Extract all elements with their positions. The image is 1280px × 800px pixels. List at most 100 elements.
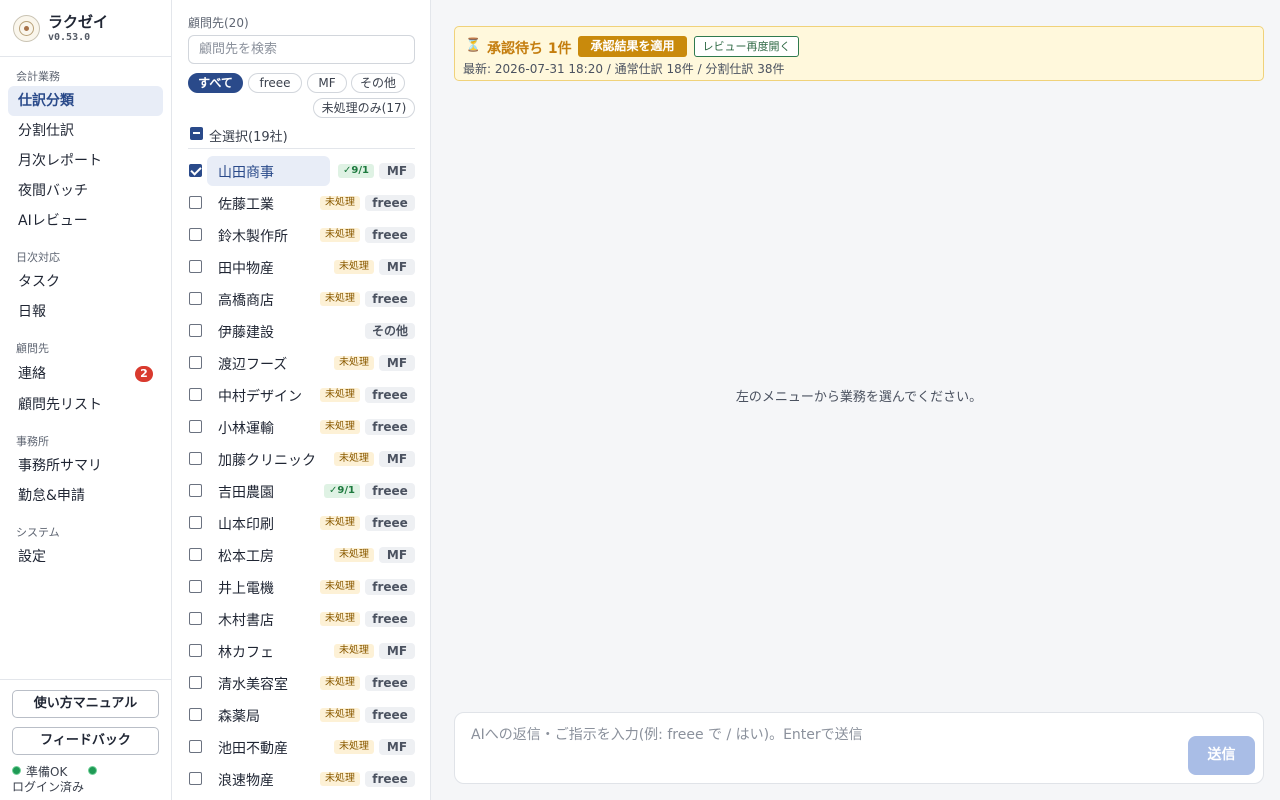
client-row-checkbox[interactable] <box>189 196 202 209</box>
client-row[interactable]: 井上電機 freee 未処理 <box>172 571 430 603</box>
processing-status-tag: 未処理 <box>320 420 360 434</box>
client-row[interactable]: 森薬局 freee 未処理 <box>172 699 430 731</box>
client-row-checkbox[interactable] <box>189 772 202 785</box>
client-row[interactable]: 山田商事 MF ✓9/1 <box>172 155 430 187</box>
client-row[interactable]: 小林運輸 freee 未処理 <box>172 411 430 443</box>
processing-status-tag: 未処理 <box>320 516 360 530</box>
nav-group-daily: 日次対応 <box>16 251 60 264</box>
client-name: 山本印刷 <box>218 517 274 533</box>
accounting-software-tag: MF <box>379 739 415 755</box>
nav-item-daily-report[interactable]: 日報 <box>8 297 163 327</box>
processing-status-tag: 未処理 <box>320 292 360 306</box>
nav-item-label: 月次レポート <box>18 153 102 169</box>
client-row-checkbox[interactable] <box>189 644 202 657</box>
client-row-checkbox[interactable] <box>189 612 202 625</box>
client-row-checkbox[interactable] <box>189 740 202 753</box>
processing-status-tag: ✓9/1 <box>338 164 374 178</box>
chat-input[interactable] <box>471 727 1171 743</box>
client-row[interactable]: 山本印刷 freee 未処理 <box>172 507 430 539</box>
client-row[interactable]: 鈴木製作所 freee 未処理 <box>172 219 430 251</box>
client-row-checkbox[interactable] <box>189 580 202 593</box>
hourglass-icon: ⏳ <box>465 38 482 53</box>
accounting-software-tag: freee <box>365 579 415 595</box>
client-name: 加藤クリニック <box>218 453 316 469</box>
client-row-checkbox[interactable] <box>189 324 202 337</box>
client-row[interactable]: 浪速物産 freee 未処理 <box>172 763 430 795</box>
client-row[interactable]: 吉田農園 freee ✓9/1 <box>172 475 430 507</box>
processing-status-tag: 未処理 <box>334 548 374 562</box>
client-row[interactable]: 渡辺フーズ MF 未処理 <box>172 347 430 379</box>
filter-chip-freee[interactable]: freee <box>248 73 302 93</box>
client-panel: 顧問先(20) すべて freee MF その他 未処理のみ(17) 全選択(1… <box>172 0 431 800</box>
client-row-checkbox[interactable] <box>189 388 202 401</box>
client-row-checkbox[interactable] <box>189 484 202 497</box>
nav-item-tasks[interactable]: タスク <box>8 267 163 297</box>
client-row[interactable]: 佐藤工業 freee 未処理 <box>172 187 430 219</box>
nav-item-label: 仕訳分類 <box>18 93 74 109</box>
approval-banner-subtitle: 最新: 2026-07-31 18:20 / 通常仕訳 18件 / 分割仕訳 3… <box>463 62 785 76</box>
client-row-checkbox[interactable] <box>189 260 202 273</box>
approval-banner-title: 承認待ち 1件 <box>487 41 572 57</box>
client-row-checkbox[interactable] <box>189 420 202 433</box>
send-button[interactable]: 送信 <box>1188 736 1255 775</box>
client-row[interactable]: 高橋商店 freee 未処理 <box>172 283 430 315</box>
client-row-checkbox[interactable] <box>189 356 202 369</box>
nav-item-night-batch[interactable]: 夜間バッチ <box>8 176 163 206</box>
filter-chip-mf[interactable]: MF <box>307 73 347 93</box>
nav-item-office-summary[interactable]: 事務所サマリ <box>8 451 163 481</box>
client-row[interactable]: 林カフェ MF 未処理 <box>172 635 430 667</box>
processing-status-tag: 未処理 <box>320 388 360 402</box>
client-row[interactable]: 清水美容室 freee 未処理 <box>172 667 430 699</box>
client-name: 木村書店 <box>218 613 274 629</box>
filter-chip-all[interactable]: すべて <box>188 73 243 93</box>
accounting-software-tag: MF <box>379 643 415 659</box>
client-row[interactable]: 中村デザイン freee 未処理 <box>172 379 430 411</box>
nav-item-label: 設定 <box>18 549 46 565</box>
client-row-checkbox[interactable] <box>189 164 202 177</box>
nav-item-contact[interactable]: 連絡 2 <box>8 359 163 389</box>
client-row-checkbox[interactable] <box>189 228 202 241</box>
client-row[interactable]: 伊藤建設 その他 <box>172 315 430 347</box>
client-row-checkbox[interactable] <box>189 708 202 721</box>
client-search-input[interactable] <box>188 35 415 64</box>
nav-item-label: 顧問先リスト <box>18 397 102 413</box>
processing-status-tag: ✓9/1 <box>324 484 360 498</box>
client-row-checkbox[interactable] <box>189 548 202 561</box>
apply-approval-button[interactable]: 承認結果を適用 <box>578 36 687 57</box>
nav-item-ai-review[interactable]: AIレビュー <box>8 206 163 236</box>
accounting-software-tag: その他 <box>365 323 415 339</box>
client-name: 山田商事 <box>218 165 274 181</box>
nav-item-monthly-report[interactable]: 月次レポート <box>8 146 163 176</box>
nav-item-label: 勤怠&申請 <box>18 488 85 504</box>
select-all-checkbox[interactable] <box>190 127 203 140</box>
nav-item-settings[interactable]: 設定 <box>8 542 163 572</box>
nav-item-client-list[interactable]: 顧問先リスト <box>8 390 163 420</box>
accounting-software-tag: freee <box>365 771 415 787</box>
client-row[interactable]: 田中物産 MF 未処理 <box>172 251 430 283</box>
accounting-software-tag: freee <box>365 227 415 243</box>
processing-status-tag: 未処理 <box>320 708 360 722</box>
reopen-review-button[interactable]: レビュー再度開く <box>694 36 799 57</box>
client-row[interactable]: 木村書店 freee 未処理 <box>172 603 430 635</box>
nav-item-journal-classification[interactable]: 仕訳分類 <box>8 86 163 116</box>
manual-button[interactable]: 使い方マニュアル <box>12 690 159 718</box>
client-row-checkbox[interactable] <box>189 452 202 465</box>
client-row-checkbox[interactable] <box>189 516 202 529</box>
nav-item-split-journal[interactable]: 分割仕訳 <box>8 116 163 146</box>
processing-status-tag: 未処理 <box>334 452 374 466</box>
filter-chip-other[interactable]: その他 <box>351 73 405 93</box>
filter-chip-unprocessed[interactable]: 未処理のみ(17) <box>313 98 415 118</box>
accounting-software-tag: freee <box>365 707 415 723</box>
logo <box>13 15 40 42</box>
nav-item-attendance[interactable]: 勤怠&申請 <box>8 481 163 511</box>
client-row[interactable]: 松本工房 MF 未処理 <box>172 539 430 571</box>
client-row-checkbox[interactable] <box>189 292 202 305</box>
accounting-software-tag: freee <box>365 387 415 403</box>
client-row-checkbox[interactable] <box>189 676 202 689</box>
approval-banner: ⏳ 承認待ち 1件 承認結果を適用 レビュー再度開く 最新: 2026-07-3… <box>454 26 1264 81</box>
client-name: 伊藤建設 <box>218 325 274 341</box>
feedback-button[interactable]: フィードバック <box>12 727 159 755</box>
client-row[interactable]: 池田不動産 MF 未処理 <box>172 731 430 763</box>
processing-status-tag: 未処理 <box>320 676 360 690</box>
client-row[interactable]: 加藤クリニック MF 未処理 <box>172 443 430 475</box>
